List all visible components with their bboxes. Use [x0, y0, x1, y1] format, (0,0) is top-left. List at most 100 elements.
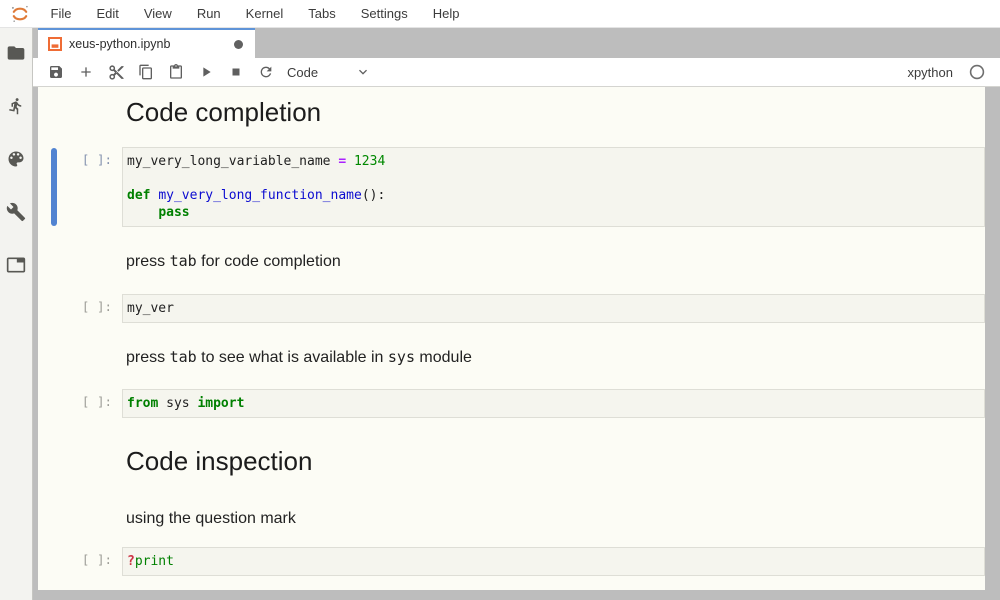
kernel-name[interactable]: xpython [907, 65, 953, 80]
restart-icon [258, 64, 274, 80]
code-token: (): [362, 188, 385, 203]
palette-icon [6, 149, 26, 169]
code-token: my_ver [127, 301, 174, 316]
run-cell-button[interactable] [191, 59, 221, 85]
code-cell[interactable]: [ ]: from sys import [38, 389, 985, 418]
active-cell-indicator[interactable] [51, 148, 57, 226]
cell-type-select[interactable]: Code [287, 64, 371, 80]
code-token: def [127, 188, 150, 203]
interrupt-kernel-button[interactable] [221, 59, 251, 85]
menu-help[interactable]: Help [420, 0, 472, 27]
code-line: ?print [127, 553, 980, 570]
code-token: from [127, 396, 158, 411]
plus-icon [78, 64, 94, 80]
code-line: pass [127, 204, 980, 221]
markdown-cell[interactable]: Code inspection [38, 444, 985, 478]
main-area: xeus-python.ipynb [33, 28, 1000, 600]
code-cell[interactable]: [ ]: ?print [38, 547, 985, 576]
chevron-down-icon [355, 64, 371, 80]
code-line: from sys import [127, 395, 980, 412]
code-line: my_ver [127, 300, 980, 317]
tabs-icon [6, 255, 26, 275]
markdown-paragraph: using the question mark [126, 508, 985, 529]
scissors-icon [108, 64, 125, 81]
markdown-cell[interactable]: press tab to see what is available in sy… [38, 347, 985, 368]
tab-title: xeus-python.ipynb [69, 37, 170, 51]
menu-bar: File Edit View Run Kernel Tabs Settings … [0, 0, 1000, 28]
markdown-text: for code completion [197, 253, 341, 270]
menu-edit[interactable]: Edit [84, 0, 131, 27]
restart-kernel-button[interactable] [251, 59, 281, 85]
save-icon [48, 64, 64, 80]
notebook-icon [48, 37, 62, 51]
menu-settings[interactable]: Settings [348, 0, 420, 27]
play-icon [198, 64, 214, 80]
sidebar-tab-open-tabs[interactable] [4, 255, 28, 275]
code-token: import [197, 396, 244, 411]
left-sidebar [0, 28, 33, 600]
markdown-heading: Code inspection [126, 444, 985, 478]
markdown-text: using the question mark [126, 510, 296, 527]
cut-cells-button[interactable] [101, 59, 131, 85]
markdown-paragraph: press tab for code completion [126, 251, 985, 272]
inline-code: tab [170, 348, 197, 366]
kernel-idle-circle-icon [969, 64, 985, 80]
sidebar-tab-running-sessions[interactable] [4, 96, 28, 116]
code-cell[interactable]: [ ]: my_very_long_variable_name = 1234 d… [38, 147, 985, 227]
sidebar-tab-command-palette[interactable] [4, 149, 28, 169]
kernel-status-indicator[interactable] [969, 64, 985, 80]
code-token [127, 205, 158, 220]
notebook-tab[interactable]: xeus-python.ipynb [38, 28, 255, 58]
markdown-text: press [126, 253, 170, 270]
cell-type-value: Code [287, 65, 318, 80]
cell-prompt [38, 251, 122, 272]
markdown-cell[interactable]: press tab for code completion [38, 251, 985, 272]
cell-prompt [38, 95, 122, 129]
code-token: print [135, 554, 174, 569]
menu-file[interactable]: File [38, 0, 84, 27]
copy-cells-button[interactable] [131, 59, 161, 85]
code-input[interactable]: my_very_long_variable_name = 1234 def my… [122, 147, 985, 227]
cell-prompt: [ ]: [38, 547, 122, 576]
wrench-icon [6, 202, 26, 222]
code-token: ? [127, 554, 135, 569]
save-button[interactable] [41, 59, 71, 85]
menu-kernel[interactable]: Kernel [233, 0, 296, 27]
markdown-text: to see what is available in [197, 349, 388, 366]
code-token: 1234 [354, 154, 385, 169]
folder-icon [6, 43, 26, 63]
code-token: my_very_long_variable_name [127, 154, 338, 169]
markdown-cell[interactable]: using the question mark [38, 508, 985, 529]
code-input[interactable]: my_ver [122, 294, 985, 323]
code-cell[interactable]: [ ]: my_ver [38, 294, 985, 323]
code-token: pass [158, 205, 189, 220]
markdown-text: module [415, 349, 472, 366]
insert-cell-button[interactable] [71, 59, 101, 85]
cell-prompt [38, 508, 122, 529]
code-line [127, 170, 980, 187]
sidebar-tab-file-browser[interactable] [4, 43, 28, 63]
content-area: Code completion [ ]: my_very_long_variab… [33, 87, 1000, 600]
markdown-paragraph: press tab to see what is available in sy… [126, 347, 985, 368]
code-input[interactable]: from sys import [122, 389, 985, 418]
markdown-text: press [126, 349, 170, 366]
running-man-icon [7, 96, 25, 116]
stop-icon [229, 65, 243, 79]
menu-view[interactable]: View [131, 0, 184, 27]
menu-run[interactable]: Run [184, 0, 233, 27]
paste-cells-button[interactable] [161, 59, 191, 85]
code-input[interactable]: ?print [122, 547, 985, 576]
markdown-cell[interactable]: Code completion [38, 95, 985, 129]
code-line: def my_very_long_function_name(): [127, 187, 980, 204]
code-line: my_very_long_variable_name = 1234 [127, 153, 980, 170]
inline-code: sys [388, 348, 415, 366]
cell-prompt [38, 444, 122, 478]
code-token: sys [158, 396, 197, 411]
jupyter-logo-icon [10, 4, 30, 24]
dirty-indicator[interactable] [234, 40, 243, 49]
menu-tabs[interactable]: Tabs [296, 0, 348, 27]
code-token: = [338, 154, 346, 169]
clipboard-icon [168, 64, 184, 80]
cell-prompt: [ ]: [38, 389, 122, 418]
sidebar-tab-property-inspector[interactable] [4, 202, 28, 222]
